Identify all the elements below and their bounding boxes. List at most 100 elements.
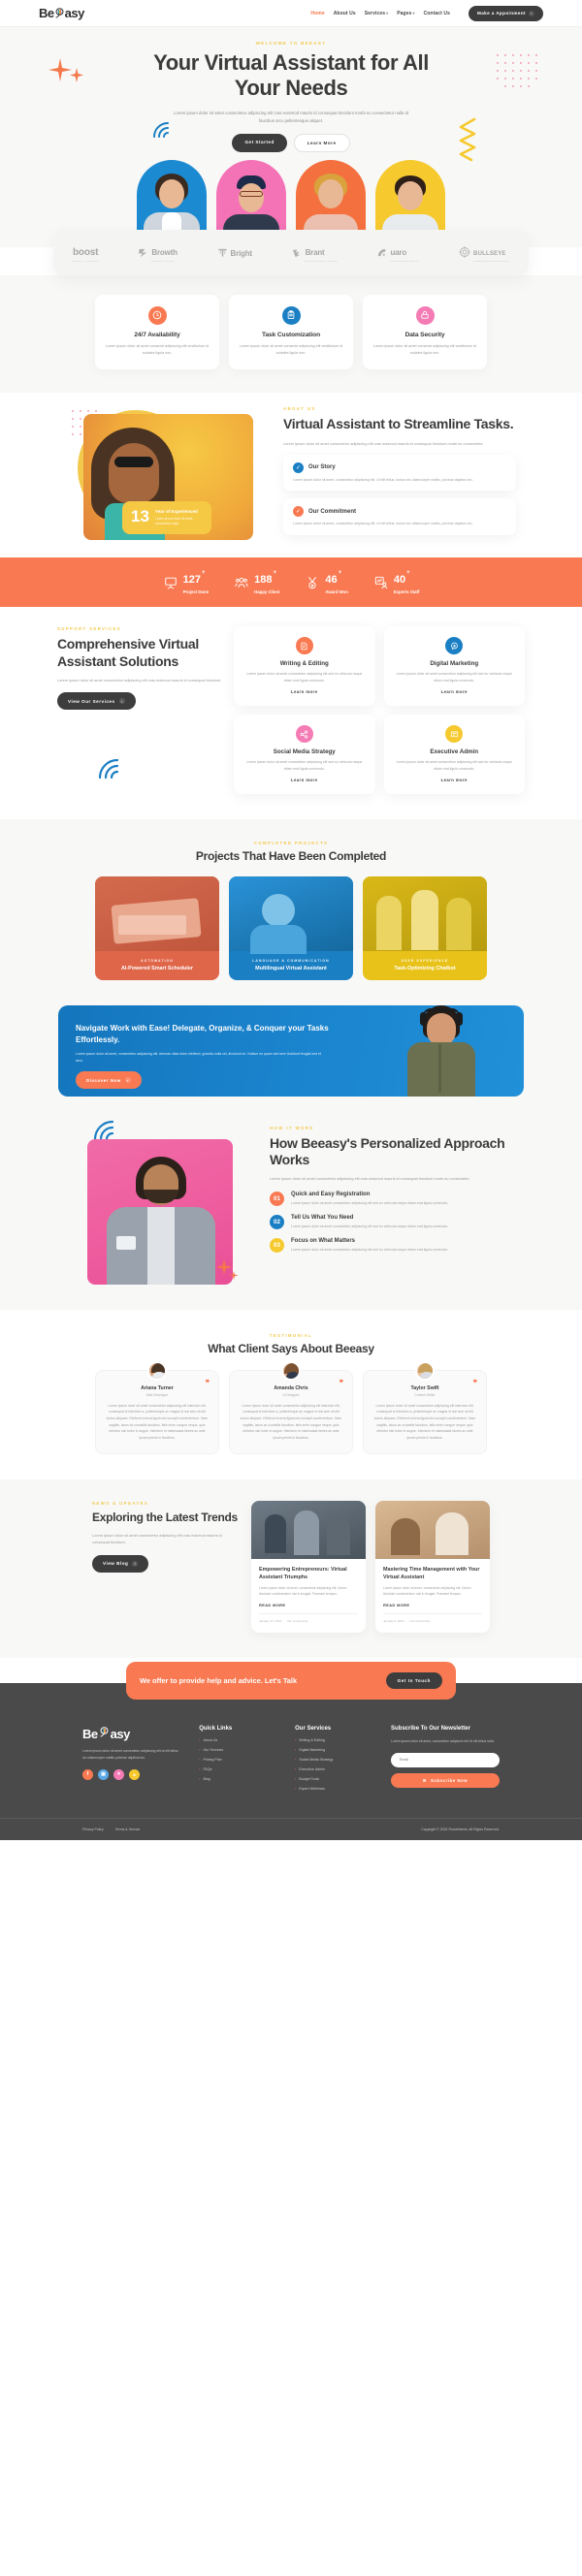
step-text: Lorem ipsum dolor sit amet consectetur a… bbox=[291, 1224, 449, 1229]
feature-text: Lorem ipsum dolor sit amet consecte adip… bbox=[373, 343, 476, 355]
view-services-button[interactable]: View Our Services › bbox=[57, 692, 136, 711]
make-appointment-button[interactable]: Make a Appoinment › bbox=[468, 5, 543, 21]
brant-mark-icon bbox=[292, 249, 301, 257]
nav-item-home[interactable]: Home bbox=[310, 11, 324, 16]
nav-item-pages[interactable]: Pages▾ bbox=[397, 11, 414, 16]
cta-blue-banner: Navigate Work with Ease! Delegate, Organ… bbox=[58, 1004, 524, 1097]
footer-cta-title: We offer to provide help and advice. Let… bbox=[140, 1676, 298, 1686]
share-icon bbox=[295, 725, 313, 744]
view-blog-button[interactable]: View Blog › bbox=[92, 1554, 149, 1573]
learn-more-link[interactable]: Learn more bbox=[394, 689, 516, 694]
footer-link-item[interactable]: › About Us bbox=[199, 1738, 275, 1742]
check-circle-icon: ✓ bbox=[293, 506, 304, 518]
brand-logo-brant: Brant finance business agency bbox=[292, 242, 338, 263]
megaphone-icon bbox=[445, 637, 464, 655]
read-more-link[interactable]: READ MORE bbox=[259, 1603, 358, 1607]
chevron-right-icon: › bbox=[295, 1767, 297, 1772]
service-card[interactable]: Social Media Strategy Lorem ipsum dolor … bbox=[234, 715, 375, 795]
feature-card: Data Security Lorem ipsum dolor sit amet… bbox=[363, 294, 487, 370]
service-card[interactable]: Writing & Editing Lorem ipsum dolor sit … bbox=[234, 626, 375, 707]
stat-value: 46 bbox=[325, 574, 338, 587]
project-card[interactable]: USER EXPERIENCE Task-Optimizing Chatbot bbox=[363, 875, 487, 980]
footer-link-item[interactable]: › Our Services bbox=[199, 1748, 275, 1752]
footer-link-item[interactable]: › Budget Tools bbox=[295, 1777, 372, 1781]
site-header: Be asy Home About Us Services▾ Pages▾ Co… bbox=[0, 0, 582, 27]
learn-more-link[interactable]: Learn more bbox=[243, 778, 366, 782]
footer-link-item[interactable]: › Digital Marketing bbox=[295, 1748, 372, 1752]
discover-now-button[interactable]: Discover Now › bbox=[76, 1071, 142, 1090]
cta-blue-section: Navigate Work with Ease! Delegate, Organ… bbox=[0, 1004, 582, 1118]
terms-link[interactable]: Terms & Service bbox=[115, 1828, 140, 1831]
service-title: Social Media Strategy bbox=[273, 748, 336, 756]
footer-link-item[interactable]: › Writing & Editing bbox=[295, 1738, 372, 1742]
blog-paragraph: Lorem ipsum dolor sit amet consectetur a… bbox=[92, 1533, 222, 1545]
linkedin-icon[interactable]: in bbox=[129, 1768, 140, 1780]
arrow-icon: › bbox=[118, 698, 125, 705]
facebook-icon[interactable]: f bbox=[82, 1768, 93, 1780]
about-box-title: Our Story bbox=[308, 464, 336, 471]
learn-more-link[interactable]: Learn more bbox=[394, 778, 516, 782]
footer-link-item[interactable]: › Expert Webinars bbox=[295, 1787, 372, 1791]
footer-link-item[interactable]: › Pricing Plan bbox=[199, 1758, 275, 1762]
blog-card[interactable]: Mastering Time Management with Your Virt… bbox=[375, 1501, 490, 1634]
service-title: Executive Admin bbox=[430, 748, 479, 756]
how-step: 01 Quick and Easy Registration Lorem ips… bbox=[270, 1191, 512, 1206]
send-icon: ✉ bbox=[422, 1777, 428, 1783]
how-title: How Beeasy's Personalized Approach Works bbox=[270, 1134, 505, 1168]
footer-logo[interactable]: Be asy bbox=[82, 1726, 179, 1741]
testimonial-text: Lorem ipsum dolor sit amet consectetur a… bbox=[240, 1403, 342, 1440]
get-in-touch-button[interactable]: Get In Touch bbox=[385, 1672, 442, 1690]
blog-card[interactable]: Empowering Entrepreneurs: Virtual Assist… bbox=[251, 1501, 366, 1634]
read-more-link[interactable]: READ MORE bbox=[383, 1603, 482, 1607]
nav-item-services[interactable]: Services▾ bbox=[365, 11, 388, 16]
chevron-right-icon: › bbox=[295, 1738, 297, 1743]
hero-paragraph: Lorem ipsum dolor sit amet consectetur a… bbox=[174, 110, 408, 123]
footer-link-item[interactable]: › Blog bbox=[199, 1777, 275, 1781]
footer-link-item[interactable]: › Executive Admin bbox=[295, 1767, 372, 1771]
newsletter-email-input[interactable] bbox=[391, 1752, 501, 1767]
blog-cards: Empowering Entrepreneurs: Virtual Assist… bbox=[251, 1501, 490, 1634]
wave-decor-icon bbox=[96, 758, 121, 786]
how-paragraph: Lorem ipsum dolor sit amet consectetur a… bbox=[270, 1176, 470, 1182]
project-card[interactable]: LANGUAGE & COMMUNICATION Multilingual Vi… bbox=[229, 875, 353, 980]
privacy-policy-link[interactable]: Privacy Policy bbox=[82, 1828, 104, 1831]
wave-decor-icon bbox=[150, 121, 172, 145]
stat-plus: + bbox=[273, 570, 276, 577]
instagram-icon[interactable]: ▣ bbox=[98, 1768, 109, 1780]
nav-item-about[interactable]: About Us bbox=[334, 11, 356, 16]
learn-more-link[interactable]: Learn more bbox=[243, 689, 366, 694]
blog-post-date: January 17, 2024 bbox=[259, 1619, 282, 1624]
testimonial-role: Content Writer bbox=[414, 1392, 436, 1397]
testimonial-text: Lorem ipsum dolor sit amet consectetur a… bbox=[373, 1403, 476, 1440]
footer-quicklinks-list: › About Us › Our Services › Pricing Plan › F… bbox=[199, 1738, 275, 1781]
stat-label: Happy Client bbox=[254, 589, 280, 595]
logo[interactable]: Be asy bbox=[39, 6, 84, 20]
testimonial-text: Lorem ipsum dolor sit amet consectetur a… bbox=[106, 1403, 209, 1440]
stat-plus: + bbox=[338, 570, 342, 577]
blog-post-text: Lorem ipsum dolor sit amet, consectetur … bbox=[383, 1586, 471, 1597]
uaro-mark-icon bbox=[378, 248, 386, 256]
social-links: f ▣ ✦ in bbox=[82, 1768, 179, 1780]
about-section: 13 Year of Experienced Lorem ipsum dolor… bbox=[0, 393, 582, 558]
testimonial-name: Amanda Chris bbox=[274, 1384, 308, 1391]
footer-link-item[interactable]: › Social Media Strategy bbox=[295, 1758, 372, 1762]
nav-item-contact[interactable]: Contact Us bbox=[424, 11, 450, 16]
about-box-text: Lorem ipsum dolor sit amet, consectetur … bbox=[293, 522, 473, 526]
project-tag: LANGUAGE & COMMUNICATION bbox=[252, 958, 330, 963]
service-card[interactable]: Digital Marketing Lorem ipsum dolor sit … bbox=[383, 626, 525, 707]
testimonial-name: Taylor Swift bbox=[410, 1384, 439, 1391]
chevron-right-icon: › bbox=[199, 1777, 201, 1782]
get-started-button[interactable]: Get Started bbox=[232, 133, 287, 152]
twitter-icon[interactable]: ✦ bbox=[113, 1768, 124, 1780]
learn-more-button[interactable]: Learn More bbox=[293, 133, 350, 152]
experience-number: 13 bbox=[131, 507, 149, 526]
service-card[interactable]: Executive Admin Lorem ipsum dolor sit am… bbox=[383, 715, 525, 795]
how-step: 03 Focus on What Matters Lorem ipsum dol… bbox=[270, 1238, 512, 1254]
project-card[interactable]: AUTOMATION AI-Powered Smart Scheduler bbox=[95, 875, 219, 980]
chevron-down-icon: ▾ bbox=[386, 10, 389, 16]
brand-logo-uaro: uaro trusted brand solution bbox=[376, 242, 419, 263]
subscribe-button[interactable]: ✉ Subscribe Now bbox=[391, 1772, 501, 1788]
footer-link-item[interactable]: › FAQs bbox=[199, 1767, 275, 1771]
feature-title: 24/7 Availability bbox=[134, 331, 180, 338]
blog-post-category: Our Community bbox=[409, 1619, 431, 1624]
